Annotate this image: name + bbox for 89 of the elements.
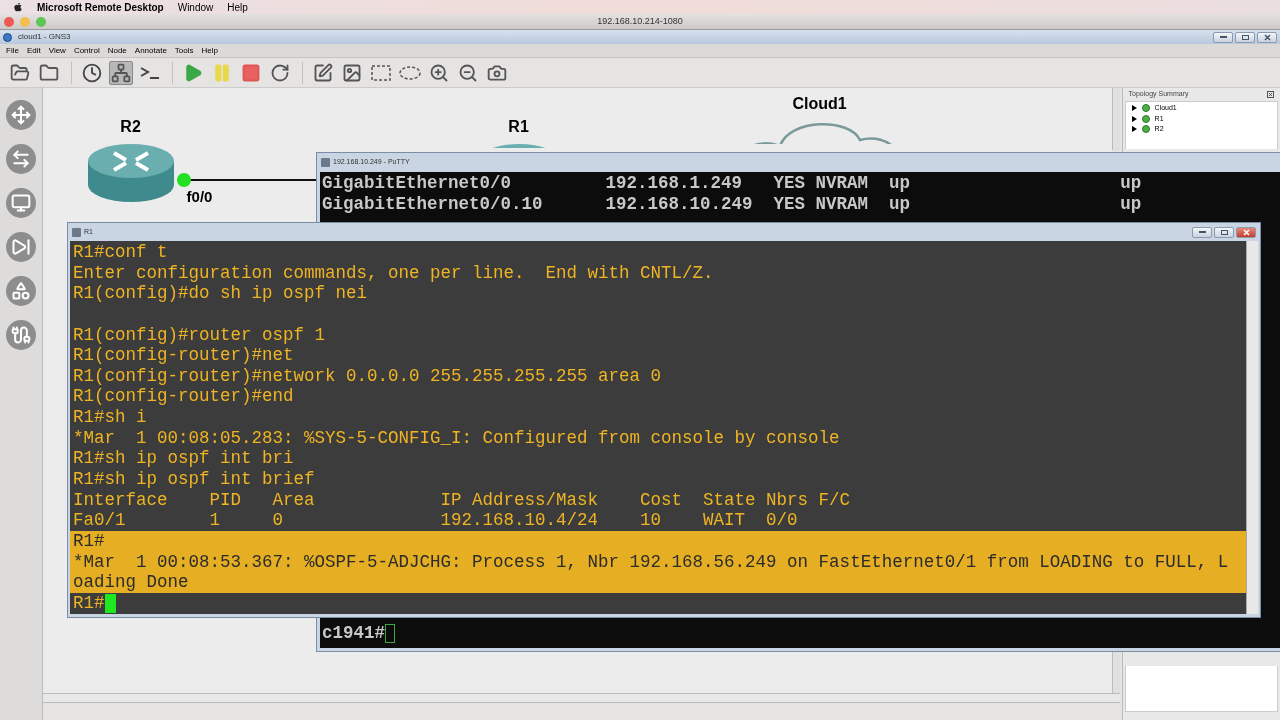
terminal-line: R1#conf t <box>72 242 169 263</box>
folder-icon <box>39 62 59 83</box>
image-icon <box>342 62 362 83</box>
skip-icon <box>10 237 31 257</box>
toolbar-button[interactable] <box>109 60 133 85</box>
window-title: 192.168.10.214-1080 <box>597 14 683 28</box>
scrollbar[interactable] <box>1111 651 1120 693</box>
close-button[interactable] <box>1257 31 1277 43</box>
close-icon[interactable] <box>1267 91 1274 98</box>
status-led-icon <box>1141 114 1150 123</box>
expand-arrow-icon[interactable] <box>1131 105 1137 112</box>
menu-item[interactable]: Annotate <box>134 44 167 57</box>
camera-icon <box>487 62 507 83</box>
close-button[interactable] <box>1236 226 1256 238</box>
maximize-button[interactable] <box>1235 31 1255 43</box>
window-title: cloud1 - GNS3 <box>18 31 71 43</box>
putty-icon <box>321 158 330 167</box>
clock-icon <box>82 62 102 83</box>
dock-button[interactable] <box>5 276 36 306</box>
terminal-prompt: R1# <box>73 592 105 614</box>
menu-item[interactable]: Control <box>73 44 100 57</box>
menu-item[interactable]: Help <box>227 0 248 15</box>
monitor-icon <box>10 193 31 213</box>
app-name[interactable]: Microsoft Remote Desktop <box>37 0 164 15</box>
new-folder-icon <box>10 62 30 83</box>
network-icon <box>111 62 131 83</box>
app-icon <box>3 32 12 42</box>
interface-label: f0/0 <box>186 187 213 207</box>
edit-icon <box>313 62 333 83</box>
node-label: R2 <box>120 117 141 137</box>
node-label: Cloud1 <box>792 94 847 114</box>
menu-item[interactable]: Window <box>177 0 214 15</box>
dashed-rectangle-icon <box>371 64 391 81</box>
router-icon[interactable] <box>85 143 176 205</box>
node-label: R1 <box>508 117 529 137</box>
dock-button[interactable] <box>5 188 36 218</box>
terminal-line: GigabitEthernet0/0.10 192.168.10.249 YES NVRAM up up <box>322 193 1143 215</box>
dock-button[interactable] <box>5 320 36 350</box>
arrows-icon <box>10 149 31 169</box>
dock-button[interactable] <box>5 232 36 262</box>
cursor <box>104 593 116 613</box>
menu-item[interactable]: Node <box>107 44 127 57</box>
terminal-line: GigabitEthernet0/0 192.168.1.249 YES NVRAM up up <box>322 173 1143 194</box>
move-arrows-icon <box>10 105 31 125</box>
menu-item[interactable]: Edit <box>26 44 41 57</box>
play-icon <box>183 62 203 83</box>
zoom-out-icon <box>458 62 478 83</box>
scrollbar[interactable] <box>42 693 1120 703</box>
terminal-icon <box>139 64 161 81</box>
dock-button[interactable] <box>5 144 36 174</box>
zoom-in-icon <box>429 62 449 83</box>
terminal-line: Fa0/1 1 0 192.168.10.4/24 10 WAIT 0/0 <box>72 510 799 531</box>
terminal-line: R1(config-router)#end <box>72 386 295 408</box>
scrollbar[interactable] <box>1246 241 1258 614</box>
expand-arrow-icon[interactable] <box>1131 115 1137 122</box>
maximize-button[interactable] <box>1214 226 1234 238</box>
close-icon <box>1263 33 1271 41</box>
putty-icon <box>72 227 81 237</box>
stop-icon <box>241 62 261 83</box>
minimize-button[interactable] <box>1213 31 1233 43</box>
dock-button[interactable] <box>5 100 36 130</box>
apple-icon[interactable] <box>13 2 23 12</box>
terminal-line: R1(config)#router ospf 1 <box>72 324 327 346</box>
dashed-ellipse-icon <box>399 65 421 80</box>
expand-arrow-icon[interactable] <box>1131 126 1137 133</box>
status-led-icon <box>1141 104 1150 113</box>
menu-item[interactable]: Help <box>201 44 218 57</box>
scrollbar[interactable] <box>1111 88 1120 150</box>
terminal-line: Enter configuration commands, one per line. End with CNTL/Z. <box>72 262 715 284</box>
status-led-icon <box>1141 125 1150 134</box>
terminal-line: R1(config-router)#network 0.0.0.0 255.255.255.255 area 0 <box>72 365 663 387</box>
terminal-line: R1#sh i <box>72 407 148 428</box>
terminal-line: R1#sh ip ospf int brief <box>72 469 316 490</box>
menu-item[interactable]: View <box>48 44 66 57</box>
close-icon <box>1242 228 1250 236</box>
cable-icon <box>10 325 31 345</box>
terminal-line: R1(config)#do sh ip ospf nei <box>72 283 369 304</box>
cursor <box>385 624 395 644</box>
pause-icon <box>212 62 232 83</box>
terminal-line: R1(config-router)#net <box>72 345 295 366</box>
terminal-line: Interface PID Area IP Address/Mask Cost State Nbrs F/C <box>72 489 852 511</box>
reload-icon <box>270 62 290 83</box>
menu-item[interactable]: Tools <box>174 44 194 57</box>
terminal-line: R1#sh ip ospf int bri <box>72 448 295 470</box>
shapes-icon <box>10 281 31 301</box>
minimize-button[interactable] <box>1192 226 1212 238</box>
terminal-line: *Mar 1 00:08:05.283: %SYS-5-CONFIG_I: Configured from console by console <box>72 427 841 449</box>
menu-item[interactable]: File <box>6 44 19 57</box>
terminal-prompt: c1941# <box>322 623 385 644</box>
